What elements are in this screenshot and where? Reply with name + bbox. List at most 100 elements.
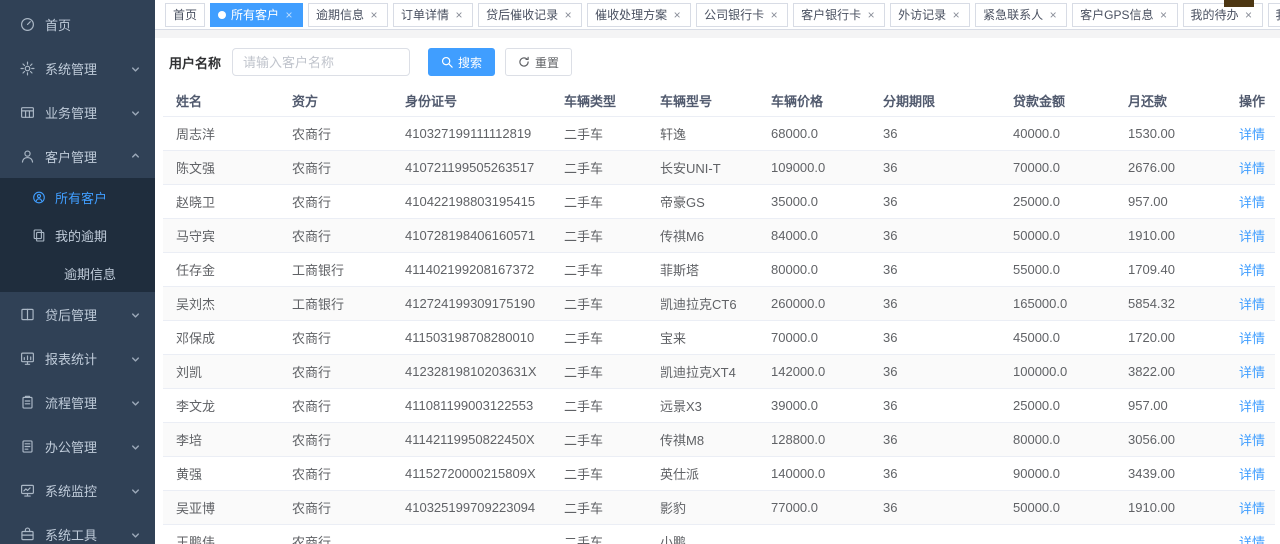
- sidebar-item-label: 贷后管理: [45, 305, 130, 324]
- cell-model: 英仕派: [647, 456, 758, 490]
- sidebar-item-label: 客户管理: [45, 147, 130, 166]
- detail-link[interactable]: 详情: [1239, 365, 1265, 380]
- cell-id: 411503198708280010: [392, 320, 551, 354]
- tab-close-icon[interactable]: ×: [283, 9, 295, 21]
- sidebar-item-office-mgmt[interactable]: 办公管理: [0, 424, 155, 468]
- tab[interactable]: 催收处理方案 ×: [587, 3, 691, 27]
- sidebar-item-label: 报表统计: [45, 349, 130, 368]
- cell-loan: 165000.0: [1000, 286, 1115, 320]
- detail-link[interactable]: 详情: [1239, 399, 1265, 414]
- sidebar-item-all-customers[interactable]: 所有客户: [0, 178, 155, 216]
- sidebar-item-process-mgmt[interactable]: 流程管理: [0, 380, 155, 424]
- cell-capital: 农商行: [279, 116, 392, 150]
- cell-type: 二手车: [551, 490, 647, 524]
- tab[interactable]: 客户银行卡 ×: [793, 3, 885, 27]
- sidebar-item-my-overdue[interactable]: 我的逾期: [0, 216, 155, 254]
- cell-capital: 农商行: [279, 490, 392, 524]
- tab[interactable]: 客户GPS信息 ×: [1072, 3, 1177, 27]
- cell-price: 109000.0: [758, 150, 870, 184]
- sidebar-item-overdue-info[interactable]: 逾期信息: [0, 254, 155, 292]
- detail-link[interactable]: 详情: [1239, 297, 1265, 312]
- tab[interactable]: 首页 ×: [165, 3, 205, 27]
- cell-type: 二手车: [551, 116, 647, 150]
- detail-link[interactable]: 详情: [1239, 263, 1265, 278]
- tab[interactable]: 贷后催收记录 ×: [478, 3, 582, 27]
- tab-close-icon[interactable]: ×: [865, 9, 877, 21]
- tab[interactable]: 外访记录 ×: [890, 3, 970, 27]
- sidebar-item-business-mgmt[interactable]: 业务管理: [0, 90, 155, 134]
- sidebar-item-home[interactable]: 首页: [0, 2, 155, 46]
- cell-capital: 农商行: [279, 184, 392, 218]
- sidebar-item-customer-mgmt[interactable]: 客户管理: [0, 134, 155, 178]
- cell-model: 菲斯塔: [647, 252, 758, 286]
- cell-loan: 45000.0: [1000, 320, 1115, 354]
- detail-link[interactable]: 详情: [1239, 161, 1265, 176]
- sidebar-item-loan-mgmt[interactable]: 贷后管理: [0, 292, 155, 336]
- cell-id: 41142119950822450X: [392, 422, 551, 456]
- tab-close-icon[interactable]: ×: [453, 9, 465, 21]
- detail-link[interactable]: 详情: [1239, 433, 1265, 448]
- cell-name: 吴亚博: [163, 490, 279, 524]
- cell-model: 传祺M8: [647, 422, 758, 456]
- tab-close-icon[interactable]: ×: [562, 9, 574, 21]
- tab[interactable]: 所有客户 ×: [210, 3, 303, 27]
- sidebar-item-system-tools[interactable]: 系统工具: [0, 512, 155, 544]
- table-row: 李培 农商行 41142119950822450X 二手车 传祺M8 12880…: [163, 422, 1275, 456]
- cell-monthly: [1115, 524, 1233, 544]
- cell-price: 84000.0: [758, 218, 870, 252]
- sidebar-item-system-monitor[interactable]: 系统监控: [0, 468, 155, 512]
- cell-price: 39000.0: [758, 388, 870, 422]
- cell-model: 影豹: [647, 490, 758, 524]
- cell-price: [758, 524, 870, 544]
- cell-price: 260000.0: [758, 286, 870, 320]
- detail-link[interactable]: 详情: [1239, 501, 1265, 516]
- tab-close-icon[interactable]: ×: [1158, 9, 1170, 21]
- tab-label: 我的待办: [1191, 6, 1239, 23]
- cell-monthly: 957.00: [1115, 184, 1233, 218]
- sidebar-item-label: 系统工具: [45, 525, 130, 544]
- cell-capital: 农商行: [279, 456, 392, 490]
- sidebar-item-label: 业务管理: [45, 103, 130, 122]
- detail-link[interactable]: 详情: [1239, 331, 1265, 346]
- tab[interactable]: 紧急联系人 ×: [975, 3, 1067, 27]
- cell-term: [870, 524, 1000, 544]
- tab[interactable]: 逾期信息 ×: [308, 3, 388, 27]
- cell-monthly: 3056.00: [1115, 422, 1233, 456]
- tab[interactable]: 我的流程 ×: [1268, 3, 1280, 27]
- detail-link[interactable]: 详情: [1239, 467, 1265, 482]
- tab-close-icon[interactable]: ×: [1243, 9, 1255, 21]
- chart-monitor-icon: [20, 351, 35, 366]
- reset-button[interactable]: 重置: [505, 48, 572, 76]
- documents-icon: [32, 228, 46, 242]
- cell-price: 140000.0: [758, 456, 870, 490]
- search-button[interactable]: 搜索: [428, 48, 495, 76]
- detail-link[interactable]: 详情: [1239, 127, 1265, 142]
- cell-model: 小鹏: [647, 524, 758, 544]
- detail-link[interactable]: 详情: [1239, 229, 1265, 244]
- cell-id: 412724199309175190: [392, 286, 551, 320]
- chevron-down-icon: [130, 529, 141, 540]
- cell-term: 36: [870, 218, 1000, 252]
- cell-price: 142000.0: [758, 354, 870, 388]
- tab-close-icon[interactable]: ×: [950, 9, 962, 21]
- cell-price: 68000.0: [758, 116, 870, 150]
- tab-close-icon[interactable]: ×: [1047, 9, 1059, 21]
- cell-name: 周志洋: [163, 116, 279, 150]
- cell-loan: 40000.0: [1000, 116, 1115, 150]
- tab-close-icon[interactable]: ×: [768, 9, 780, 21]
- cell-loan: 50000.0: [1000, 218, 1115, 252]
- chevron-up-icon: [130, 151, 141, 162]
- cell-price: 80000.0: [758, 252, 870, 286]
- tab-close-icon[interactable]: ×: [671, 9, 683, 21]
- detail-link[interactable]: 详情: [1239, 535, 1265, 544]
- tab-label: 紧急联系人: [983, 6, 1043, 23]
- tab[interactable]: 订单详情 ×: [393, 3, 473, 27]
- col-header-capital: 资方: [279, 85, 392, 116]
- detail-link[interactable]: 详情: [1239, 195, 1265, 210]
- customer-name-input[interactable]: [232, 48, 410, 76]
- tab-close-icon[interactable]: ×: [368, 9, 380, 21]
- tab[interactable]: 公司银行卡 ×: [696, 3, 788, 27]
- cell-id: 410728198406160571: [392, 218, 551, 252]
- sidebar-item-report-stats[interactable]: 报表统计: [0, 336, 155, 380]
- sidebar-item-system-mgmt[interactable]: 系统管理: [0, 46, 155, 90]
